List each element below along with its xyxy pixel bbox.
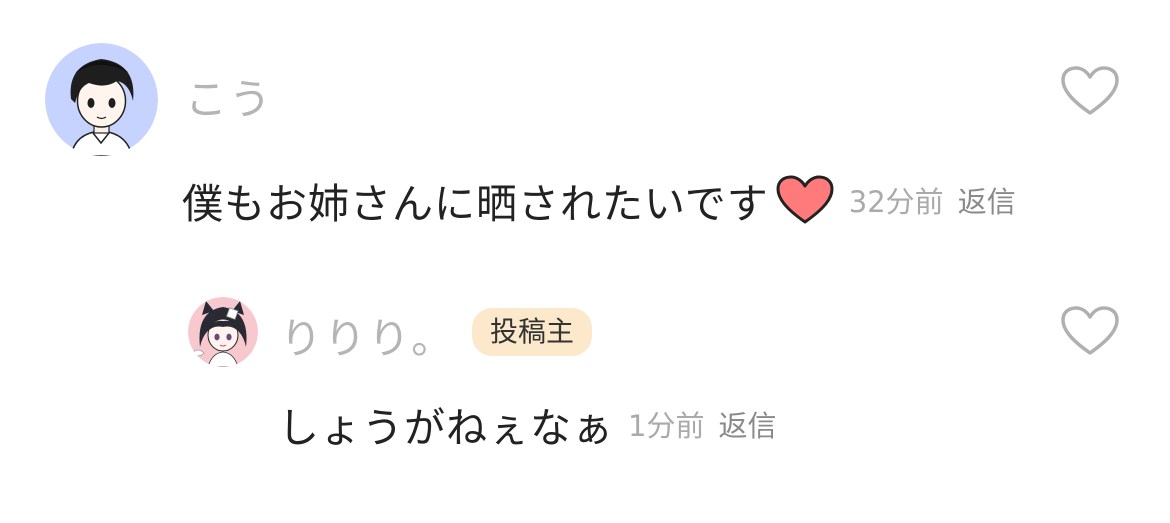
comment-time: 32分前 xyxy=(848,185,944,219)
comment-text: 僕もお姉さんに晒されたいです xyxy=(182,180,769,228)
reply-body: しょうがねぇなぁ 1分前 返信 xyxy=(278,396,776,452)
reply-text: しょうがねぇなぁ xyxy=(278,404,614,452)
comment-body: 僕もお姉さんに晒されたいです 32分前 返信 xyxy=(182,172,1016,228)
avatar-kou[interactable] xyxy=(45,43,158,156)
avatar-ririri[interactable] xyxy=(188,297,258,367)
author-badge: 投稿主 xyxy=(472,308,593,356)
red-heart-emoji-icon xyxy=(775,174,835,226)
comment-username[interactable]: こう xyxy=(185,66,273,127)
like-heart-icon[interactable] xyxy=(1060,305,1120,357)
like-heart-icon[interactable] xyxy=(1060,65,1120,117)
reply-reply-button[interactable]: 返信 xyxy=(718,403,776,445)
reply-username[interactable]: りりり。 xyxy=(280,305,455,366)
avatar-image xyxy=(45,43,158,156)
comment-reply-button[interactable]: 返信 xyxy=(958,179,1016,221)
reply-time: 1分前 xyxy=(628,409,705,443)
avatar-image xyxy=(188,297,258,367)
